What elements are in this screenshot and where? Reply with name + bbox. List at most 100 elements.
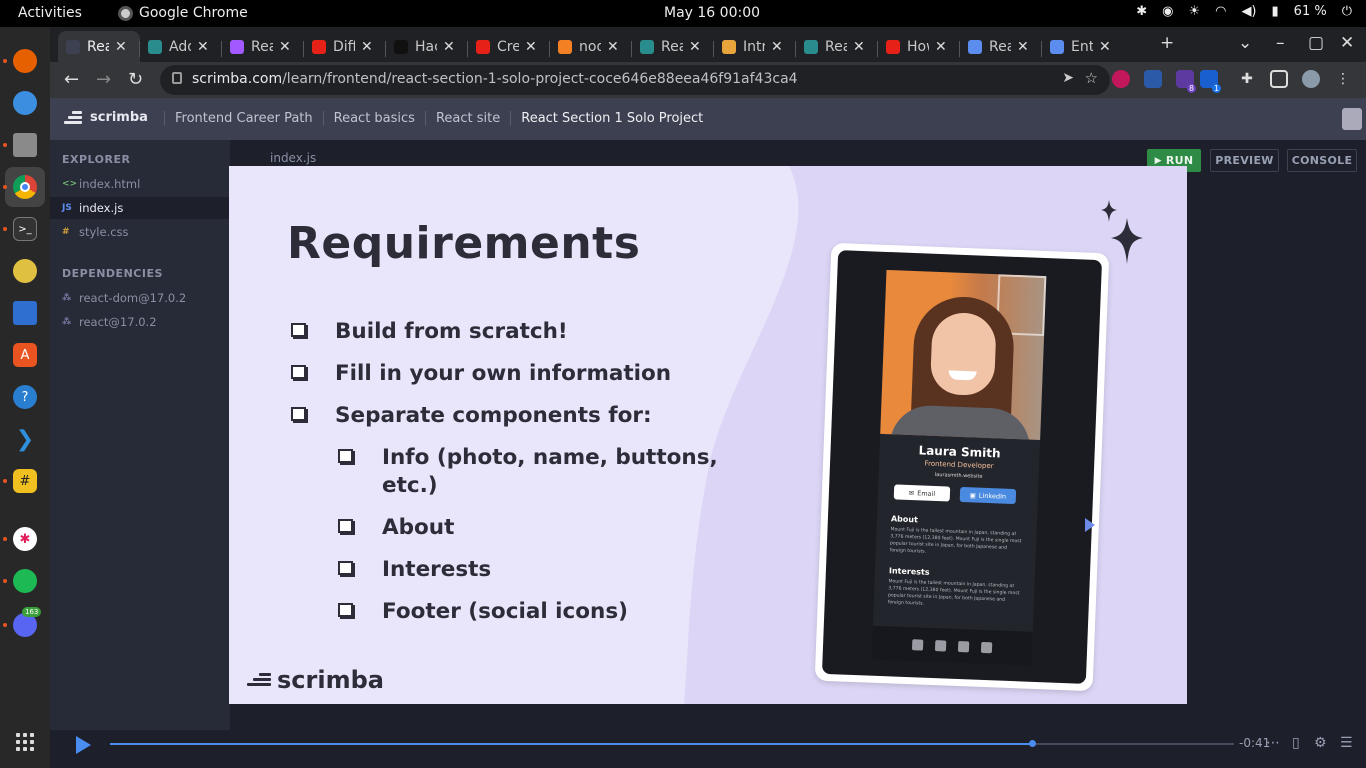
more-dots-icon[interactable]: ⋯ xyxy=(1266,735,1280,751)
firefox-icon[interactable] xyxy=(13,49,37,73)
tab-11[interactable]: React ✕ xyxy=(960,31,1040,62)
progress-track[interactable] xyxy=(110,740,1234,747)
tab-close-icon[interactable]: ✕ xyxy=(689,39,701,55)
preview-button[interactable]: PREVIEW xyxy=(1210,149,1279,172)
thunderbird-icon[interactable] xyxy=(13,91,37,115)
tab-6[interactable]: node ✕ xyxy=(550,31,630,62)
maximize-window-icon[interactable]: ▢ xyxy=(1308,33,1324,53)
chrome-toolbar: ← → ↻ scrimba.com/learn/frontend/react-s… xyxy=(50,62,1366,98)
forward-arrow-icon[interactable]: → xyxy=(96,69,111,90)
clock[interactable]: May 16 00:00 xyxy=(664,5,760,21)
chrome-dock-icon[interactable] xyxy=(5,167,45,207)
bookmark-icon[interactable]: ▯ xyxy=(1292,735,1300,751)
tab-search-chevron-icon[interactable]: ⌄ xyxy=(1238,33,1252,53)
play-button[interactable] xyxy=(76,736,91,754)
tab-close-icon[interactable]: ✕ xyxy=(607,39,619,55)
tab-close-icon[interactable]: ✕ xyxy=(525,39,537,55)
breadcrumb-item[interactable]: React site xyxy=(424,111,510,126)
discord-tray-icon[interactable]: ◉ xyxy=(1162,4,1173,19)
scrimba-logo[interactable]: scrimba xyxy=(64,110,148,125)
tab-1[interactable]: Add ✕ xyxy=(140,31,220,62)
profile-avatar[interactable] xyxy=(1302,70,1320,88)
breadcrumb-item[interactable]: React basics xyxy=(322,111,425,126)
minimize-window-icon[interactable]: – xyxy=(1276,33,1285,53)
chrome-tab-strip: React Section 1 Solo Project✕Add✕React✕D… xyxy=(50,27,1366,62)
chrome-menu-icon[interactable]: ⋮ xyxy=(1334,70,1352,88)
tab-close-icon[interactable]: ✕ xyxy=(935,39,947,55)
dependency-item[interactable]: ⁂ react@17.0.2 xyxy=(50,311,230,333)
rhythmbox-icon[interactable] xyxy=(13,259,37,283)
spotify-icon[interactable] xyxy=(13,569,37,593)
tab-close-icon[interactable]: ✕ xyxy=(771,39,783,55)
file-item[interactable]: # style.css xyxy=(50,221,230,243)
tab-close-icon[interactable]: ✕ xyxy=(279,39,291,55)
send-tab-icon[interactable]: ➤ xyxy=(1062,70,1074,86)
software-icon[interactable]: A xyxy=(13,343,37,367)
breadcrumb-item[interactable]: React Section 1 Solo Project xyxy=(510,111,713,126)
tab-close-icon[interactable]: ✕ xyxy=(115,39,127,55)
tab-8[interactable]: Intro ✕ xyxy=(714,31,794,62)
tab-7[interactable]: React ✕ xyxy=(632,31,712,62)
scrimba-icon xyxy=(66,39,80,54)
help-icon[interactable]: ? xyxy=(13,385,37,409)
wifi-icon[interactable]: ◠ xyxy=(1215,4,1226,19)
tab-4[interactable]: Hacker ✕ xyxy=(386,31,466,62)
tab-2[interactable]: React ✕ xyxy=(222,31,302,62)
tab-5[interactable]: Create ✕ xyxy=(468,31,548,62)
close-window-icon[interactable]: ✕ xyxy=(1340,33,1354,53)
tab-9[interactable]: React ✕ xyxy=(796,31,876,62)
breadcrumb-item[interactable]: Frontend Career Path xyxy=(164,111,323,126)
extension-record-icon[interactable] xyxy=(1112,70,1130,88)
terminal-icon[interactable]: >_ xyxy=(13,217,37,241)
tab-12[interactable]: Entry ✕ xyxy=(1042,31,1122,62)
tab-3[interactable]: Diff ✕ xyxy=(304,31,384,62)
slack-icon[interactable]: ✱ xyxy=(13,527,37,551)
activities-button[interactable]: Activities xyxy=(18,5,82,21)
volume-icon[interactable]: ◀) xyxy=(1241,4,1256,19)
menu-icon[interactable]: ☰ xyxy=(1340,735,1353,751)
extensions-puzzle-icon[interactable]: ✚ xyxy=(1238,70,1256,88)
files-icon[interactable] xyxy=(13,133,37,157)
console-button[interactable]: CONSOLE xyxy=(1287,149,1357,172)
package-icon: ⁂ xyxy=(62,293,72,303)
editor-tab[interactable]: index.js xyxy=(270,151,316,165)
tab-close-icon[interactable]: ✕ xyxy=(197,39,209,55)
tab-0[interactable]: React Section 1 Solo Project ✕ xyxy=(58,31,140,62)
side-panel-icon[interactable] xyxy=(1270,70,1288,88)
tab-close-icon[interactable]: ✕ xyxy=(443,39,455,55)
running-indicator xyxy=(3,479,7,483)
avatar[interactable] xyxy=(1342,108,1362,130)
system-tray[interactable]: ✱ ◉ ☀ ◠ ◀) ▮ 61 % ⏻ xyxy=(1136,4,1352,19)
vscode-icon[interactable]: ❯ xyxy=(13,427,37,452)
slack-tray-icon[interactable]: ✱ xyxy=(1136,4,1147,19)
reload-icon[interactable]: ↻ xyxy=(128,69,143,90)
back-arrow-icon[interactable]: ← xyxy=(64,69,79,90)
bookmark-star-icon[interactable]: ☆ xyxy=(1085,69,1098,87)
power-menu-icon[interactable]: ⏻ xyxy=(1342,4,1352,19)
tab-close-icon[interactable]: ✕ xyxy=(1099,39,1111,55)
address-bar[interactable]: scrimba.com/learn/frontend/react-section… xyxy=(160,65,1110,95)
new-tab-plus-icon[interactable]: + xyxy=(1160,33,1174,53)
tab-close-icon[interactable]: ✕ xyxy=(853,39,865,55)
tab-close-icon[interactable]: ✕ xyxy=(361,39,373,55)
extension-gitlab-icon[interactable] xyxy=(1144,70,1162,88)
file-item[interactable]: JS index.js xyxy=(50,197,230,219)
requirement-item: Fill in your own information xyxy=(335,361,672,386)
show-applications-icon[interactable] xyxy=(16,733,34,751)
hashnode-dock-icon[interactable]: # xyxy=(13,469,37,493)
dependencies-title: DEPENDENCIES xyxy=(62,267,163,280)
url-text[interactable]: scrimba.com/learn/frontend/react-section… xyxy=(192,71,798,87)
progress-handle[interactable] xyxy=(1028,740,1036,747)
tab-10[interactable]: How ✕ xyxy=(878,31,958,62)
dependency-item[interactable]: ⁂ react-dom@17.0.2 xyxy=(50,287,230,309)
settings-gear-icon[interactable]: ⚙ xyxy=(1314,735,1327,751)
tab-close-icon[interactable]: ✕ xyxy=(1017,39,1029,55)
brightness-icon[interactable]: ☀ xyxy=(1188,4,1200,19)
battery-percent: 61 % xyxy=(1293,4,1327,19)
app-menu[interactable]: Google Chrome xyxy=(118,5,248,21)
file-item[interactable]: <> index.html xyxy=(50,173,230,195)
battery-icon[interactable]: ▮ xyxy=(1272,4,1279,19)
mail-icon: ✉ xyxy=(908,488,915,497)
lock-icon[interactable] xyxy=(172,72,182,84)
writer-icon[interactable] xyxy=(13,301,37,325)
